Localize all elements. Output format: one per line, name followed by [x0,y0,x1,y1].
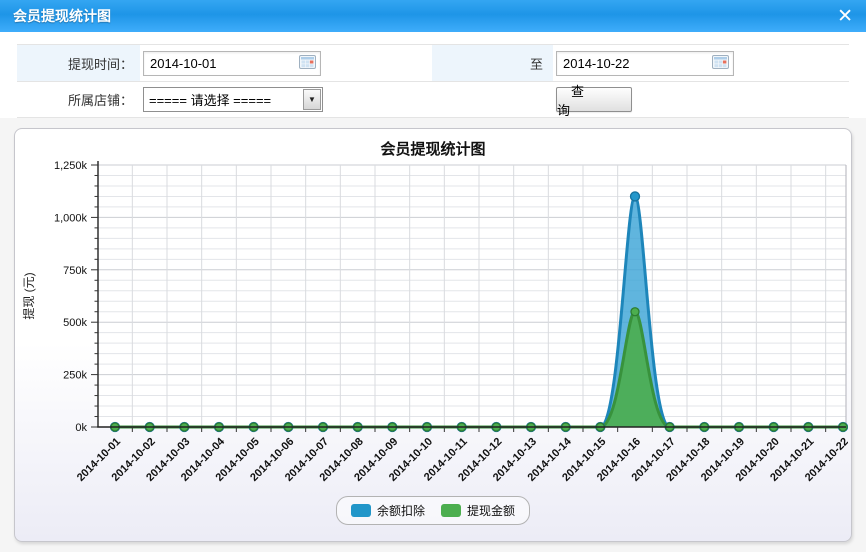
legend-label: 余额扣除 [377,502,425,519]
shop-select[interactable]: ===== 请选择 ===== ▼ [143,87,323,112]
filter-form: 提现时间： 2014-10-01 [0,32,866,118]
empty-cell [432,82,553,117]
to-label-cell: 至 [432,45,553,81]
to-label: 至 [530,54,543,73]
withdraw-time-label-cell: 提现时间： [17,45,140,81]
withdraw-time-label: 提现时间： [68,54,133,73]
shop-select-cell: ===== 请选择 ===== ▼ [140,82,432,117]
close-icon[interactable]: ✕ [837,7,853,26]
chevron-down-icon[interactable]: ▼ [303,89,321,110]
date-to-cell: 2014-10-22 [553,45,849,81]
legend-item-withdraw-amount[interactable]: 提现金额 [441,502,515,519]
form-row-shop: 所属店铺： ===== 请选择 ===== ▼ 查 询 [17,81,849,118]
legend-label: 提现金额 [467,502,515,519]
dialog-titlebar: 会员提现统计图 ✕ [0,0,866,32]
shop-label: 所属店铺： [68,90,133,109]
chart-title: 会员提现统计图 [15,129,851,157]
chart-plot: 0k 250k 500k 750k 1,000k 1,250k 2014-10-012014… [18,157,848,495]
form-row-dates: 提现时间： 2014-10-01 [17,44,849,81]
svg-text:0k: 0k [75,422,87,434]
svg-text:250k: 250k [63,370,87,382]
date-from-input[interactable]: 2014-10-01 [143,51,321,76]
chart-legend: 余额扣除 提现金额 [15,496,851,525]
svg-text:750k: 750k [63,265,87,277]
query-button[interactable]: 查 询 [556,87,632,112]
svg-text:500k: 500k [63,317,87,329]
svg-text:1,000k: 1,000k [54,212,88,224]
query-cell: 查 询 [553,82,849,117]
calendar-icon[interactable] [712,54,729,73]
y-axis-title: 提现 (元) [21,272,36,319]
dialog-title: 会员提现统计图 [13,6,111,26]
date-to-input[interactable]: 2014-10-22 [556,51,734,76]
shop-label-cell: 所属店铺： [17,82,140,117]
x-axis-labels: 2014-10-012014-10-022014-10-032014-10-04… [75,427,848,484]
legend-swatch-green [441,504,461,517]
legend-item-balance-deduction[interactable]: 余额扣除 [351,502,425,519]
chart-panel: 会员提现统计图 0k 250k 500k 750k 1,000k 1,250k 2014-1… [14,128,852,542]
shop-select-value: ===== 请选择 ===== [149,90,271,109]
svg-text:1,250k: 1,250k [54,160,88,172]
date-from-cell: 2014-10-01 [140,45,432,81]
date-from-value: 2014-10-01 [150,56,217,71]
y-axis-labels: 0k 250k 500k 750k 1,000k 1,250k [54,160,98,434]
legend-box: 余额扣除 提现金额 [336,496,530,525]
date-to-value: 2014-10-22 [563,56,630,71]
calendar-icon[interactable] [299,54,316,73]
legend-swatch-blue [351,504,371,517]
